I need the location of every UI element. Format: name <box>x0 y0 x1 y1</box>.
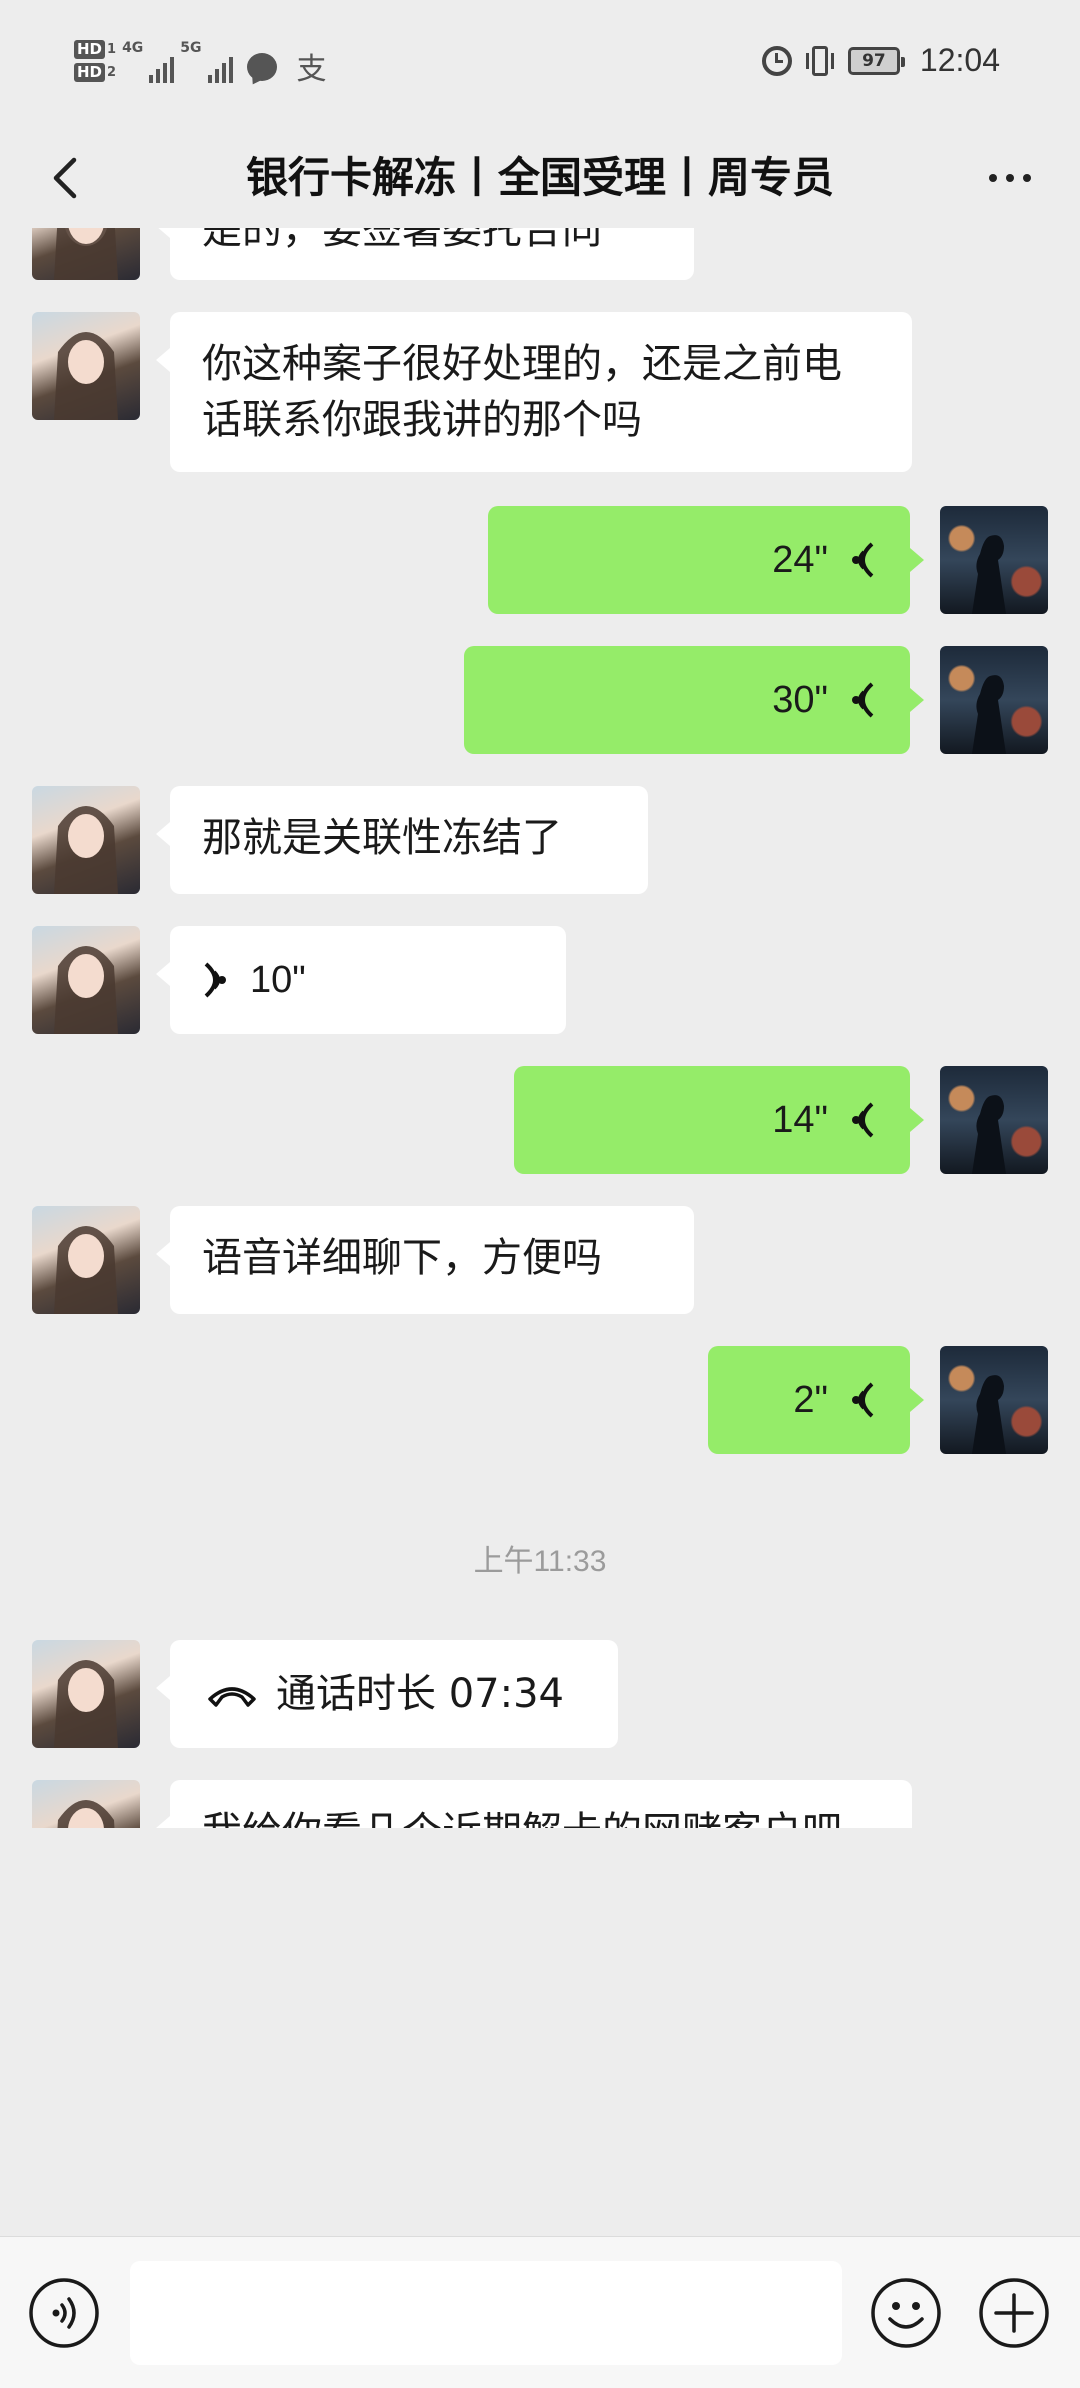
back-button[interactable] <box>40 150 96 206</box>
chat-timestamp: 上午11:33 <box>473 1545 607 1578</box>
voice-toggle-icon <box>29 2278 99 2348</box>
avatar[interactable] <box>32 1640 140 1748</box>
status-right: 97 12:04 <box>761 42 1000 79</box>
voice-duration: 10" <box>250 959 306 1001</box>
voice-duration: 24" <box>772 539 828 581</box>
message-input[interactable] <box>130 2261 842 2365</box>
voice-wave-icon <box>852 542 874 578</box>
voice-wave-icon <box>852 1382 874 1418</box>
message-text: 你这种案子很好处理的，还是之前电话联系你跟我讲的那个吗 <box>202 341 842 443</box>
voice-duration: 2" <box>793 1379 828 1421</box>
voice-toggle-button[interactable] <box>26 2275 102 2351</box>
message-text: 那就是关联性冻结了 <box>202 815 562 861</box>
hd-indicators: HD 1 HD 2 <box>74 40 116 82</box>
voice-duration: 30" <box>772 679 828 721</box>
avatar[interactable] <box>940 1066 1048 1174</box>
avatar[interactable] <box>32 786 140 894</box>
voice-wave-icon <box>204 962 226 998</box>
status-left: HD 1 HD 2 4G 5G 支 <box>74 34 327 88</box>
voice-duration: 14" <box>772 1099 828 1141</box>
avatar[interactable] <box>32 1206 140 1314</box>
avatar[interactable] <box>32 228 140 280</box>
call-duration: 通话时长 07:34 <box>276 1671 564 1717</box>
message-bubble[interactable]: 语音详细聊下，方便吗 <box>156 1206 694 1314</box>
input-bar <box>0 2236 1080 2388</box>
vibrate-icon <box>805 45 834 76</box>
emoji-button[interactable] <box>868 2275 944 2351</box>
avatar[interactable] <box>940 506 1048 614</box>
status-time: 12:04 <box>919 42 1000 78</box>
more-dots-icon[interactable] <box>980 156 1040 200</box>
avatar[interactable] <box>32 926 140 1034</box>
voice-wave-icon <box>852 1102 874 1138</box>
network-4g-label: 4G <box>122 40 144 56</box>
message-notification-icon <box>246 53 277 81</box>
message-bubble[interactable]: 那就是关联性冻结了 <box>156 786 648 894</box>
hd-badge-2: HD 2 <box>74 63 116 82</box>
chevron-left-icon <box>53 157 77 199</box>
signal-bars-icon <box>207 53 233 83</box>
plus-icon <box>979 2278 1049 2348</box>
signal-bars-icon <box>149 53 175 83</box>
avatar[interactable] <box>940 1346 1048 1454</box>
hd-number: 1 <box>107 42 117 57</box>
message-text: 语音详细聊下，方便吗 <box>202 1235 602 1281</box>
message-text: 是的，要签署委托合同 <box>202 228 602 253</box>
message-text: 我给你看几个近期解卡的网赌客户吧 <box>202 1809 842 1828</box>
voice-message[interactable]: 24" <box>488 506 924 614</box>
emoji-icon <box>871 2278 941 2348</box>
message-bubble[interactable]: 是的，要签署委托合同 <box>156 228 694 280</box>
battery-icon: 97 <box>847 46 905 75</box>
voice-message[interactable]: 14" <box>514 1066 924 1174</box>
avatar[interactable] <box>32 1780 140 1828</box>
alarm-icon <box>761 45 792 76</box>
message-bubble[interactable]: 我给你看几个近期解卡的网赌客户吧 <box>156 1780 912 1828</box>
call-record-message[interactable]: 通话时长 07:34 <box>156 1640 618 1748</box>
voice-message[interactable]: 2" <box>708 1346 924 1454</box>
hd-label: HD <box>74 40 106 59</box>
network-5g-label: 5G <box>180 40 202 56</box>
battery-level: 97 <box>862 50 886 71</box>
hd-number: 2 <box>107 65 117 80</box>
voice-message[interactable]: 10" <box>156 926 566 1034</box>
avatar[interactable] <box>940 646 1048 754</box>
chat-header: 银行卡解冻丨全国受理丨周专员 <box>0 128 1080 228</box>
hd-label: HD <box>74 63 106 82</box>
plus-button[interactable] <box>976 2275 1052 2351</box>
alipay-icon: 支 <box>296 52 327 87</box>
message-bubble[interactable]: 你这种案子很好处理的，还是之前电话联系你跟我讲的那个吗 <box>156 312 912 472</box>
phone-hangup-icon <box>208 1687 256 1707</box>
hd-badge-1: HD 1 <box>74 40 116 59</box>
voice-wave-icon <box>852 682 874 718</box>
avatar[interactable] <box>32 312 140 420</box>
chat-title: 银行卡解冻丨全国受理丨周专员 <box>245 153 834 202</box>
voice-message[interactable]: 30" <box>464 646 924 754</box>
status-bar: HD 1 HD 2 4G 5G 支 97 12:04 <box>0 0 1080 128</box>
message-list: 是的，要签署委托合同 你这种案子很好处理的，还是之前电话联系你跟我讲的那个吗 2… <box>0 228 1080 1828</box>
